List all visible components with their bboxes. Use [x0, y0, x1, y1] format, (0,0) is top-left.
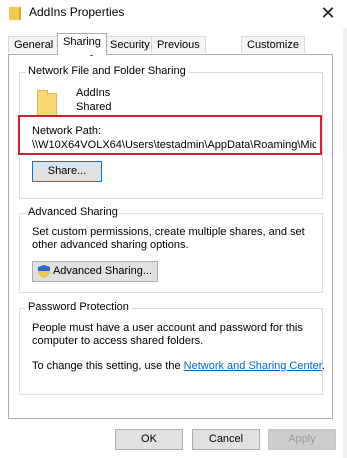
shield-icon — [37, 264, 50, 278]
window-edge — [343, 28, 347, 458]
title-bar: AddIns Properties ✕ — [0, 0, 347, 28]
ok-button[interactable]: OK — [115, 429, 183, 450]
advanced-sharing-button-label: Advanced Sharing... — [52, 265, 153, 277]
tab-general[interactable]: General — [8, 36, 60, 53]
change-setting-prefix: To change this setting, use the — [32, 360, 184, 372]
close-button[interactable]: ✕ — [317, 2, 339, 24]
password-protection-group-label: Password Protection — [26, 301, 131, 313]
share-button[interactable]: Share... — [32, 161, 102, 182]
password-protection-description: People must have a user account and pass… — [32, 322, 303, 347]
network-path-label: Network Path: — [32, 125, 102, 137]
close-icon: ✕ — [320, 3, 336, 23]
change-setting-period: . — [321, 360, 325, 372]
network-sharing-group: Network File and Folder Sharing AddIns S… — [18, 65, 323, 199]
network-path-value[interactable]: \\W10X64VOLX64\Users\testadmin\AppData\R… — [32, 139, 316, 151]
folder-name: AddIns — [76, 87, 111, 99]
advanced-sharing-description: Set custom permissions, create multiple … — [32, 226, 305, 251]
folder-status: Shared — [76, 101, 112, 113]
apply-button[interactable]: Apply — [268, 429, 336, 450]
change-setting-text: To change this setting, use the Network … — [32, 360, 325, 372]
folder-icon — [9, 7, 21, 20]
advanced-sharing-group-label: Advanced Sharing — [26, 206, 120, 218]
tab-customize[interactable]: Customize — [241, 36, 305, 53]
tab-panel: Network File and Folder Sharing AddIns S… — [8, 54, 333, 419]
network-sharing-center-link[interactable]: Network and Sharing Center — [184, 360, 322, 372]
cancel-button[interactable]: Cancel — [192, 429, 260, 450]
tab-sharing[interactable]: Sharing — [57, 33, 107, 55]
folder-icon — [37, 90, 57, 117]
tab-previous-versions[interactable]: Previous Versions — [151, 36, 206, 68]
password-protection-group: Password Protection People must have a u… — [19, 301, 325, 395]
tab-security[interactable]: Security — [104, 36, 156, 53]
network-sharing-group-label: Network File and Folder Sharing — [26, 65, 188, 77]
window-title: AddIns Properties — [29, 5, 125, 19]
advanced-sharing-group: Advanced Sharing Set custom permissions,… — [19, 206, 323, 293]
advanced-sharing-button[interactable]: Advanced Sharing... — [32, 261, 158, 282]
